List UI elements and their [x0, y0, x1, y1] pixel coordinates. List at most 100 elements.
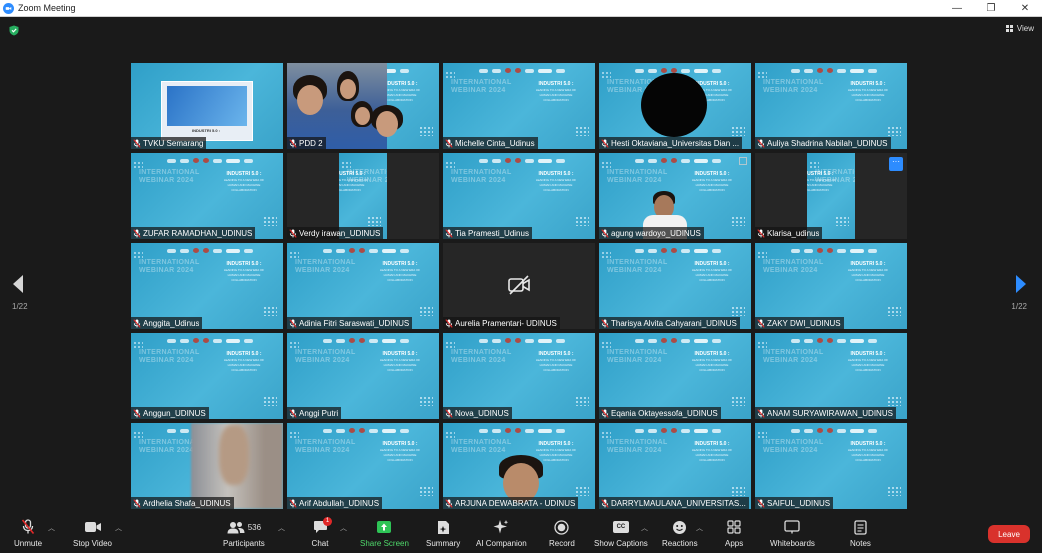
ai-companion-button[interactable]: AI Companion [476, 519, 527, 548]
muted-microphone-icon [133, 228, 141, 238]
participant-tile[interactable]: INTERNATIONALWEBINAR 2024INDUSTRI 5.0 :L… [287, 243, 439, 329]
participant-name-label: ANAM SURYAWIRAWAN_UDINUS [755, 407, 896, 419]
muted-microphone-icon [757, 138, 765, 148]
muted-microphone-icon [289, 408, 297, 418]
view-label: View [1016, 24, 1034, 33]
participants-options-chevron-icon[interactable]: ︿ [278, 523, 285, 533]
participant-name-label: ARJUNA DEWABRATA - UDINUS [443, 497, 579, 509]
participant-tile[interactable]: INTERNATIONALWEBINAR 2024INDUSTRI 5.0 :L… [755, 333, 907, 419]
participant-tile[interactable]: INTERNATIONALWEBINAR 2024INDUSTRI 5.0 :L… [131, 423, 283, 509]
participant-tile[interactable]: INTERNATIONALWEBINAR 2024INDUSTRI 5.0 :L… [131, 153, 283, 239]
muted-microphone-icon [445, 228, 453, 238]
slide-headline: INDUSTRI 5.0 :LEADING TO A NEW ERA OFHUM… [847, 81, 889, 102]
participant-tile[interactable]: INTERNATIONALWEBINAR 2024INDUSTRI 5.0 :L… [443, 423, 595, 509]
participant-tile[interactable]: INTERNATIONALWEBINAR 2024INDUSTRI 5.0 :L… [131, 333, 283, 419]
participant-tile[interactable]: INTERNATIONALWEBINAR 2024INDUSTRI 5.0 :L… [755, 63, 907, 149]
chat-label: Chat [311, 539, 329, 548]
video-options-chevron-icon[interactable]: ︿ [115, 523, 122, 533]
reactions-options-chevron-icon[interactable]: ︿ [696, 523, 703, 533]
muted-microphone-icon [601, 228, 609, 238]
chat-options-chevron-icon[interactable]: ︿ [340, 523, 347, 533]
slide-headline: INDUSTRI 5.0 :LEADING TO A NEW ERA OFHUM… [691, 261, 733, 282]
slide-headline: INDUSTRI 5.0 :LEADING TO A NEW ERA OFHUM… [847, 351, 889, 372]
unmute-button[interactable]: Unmute [14, 519, 42, 548]
participant-name-label: Michelle Cinta_Udinus [443, 137, 538, 149]
restore-button[interactable]: ❐ [974, 0, 1008, 17]
screen-share-thumbnail: INDUSTRI 5.0 : [161, 81, 253, 141]
summary-button[interactable]: Summary [426, 519, 460, 548]
record-button[interactable]: Record [549, 519, 575, 548]
participant-tile[interactable]: INTERNATIONALWEBINAR 2024INDUSTRI 5.0 :L… [443, 333, 595, 419]
participant-tile[interactable]: INTERNATIONALWEBINAR 2024INDUSTRI 5.0 :L… [131, 243, 283, 329]
participant-tile[interactable]: INTERNATIONALWEBINAR 2024INDUSTRI 5.0 :L… [599, 423, 751, 509]
summary-label: Summary [426, 539, 461, 548]
participant-tile[interactable]: INTERNATIONALWEBINAR 2024INDUSTRI 5.0 :L… [287, 153, 439, 239]
chat-button[interactable]: 1 Chat [311, 517, 332, 548]
sponsor-logos [167, 248, 277, 253]
participant-tile[interactable]: INTERNATIONALWEBINAR 2024INDUSTRI 5.0 :L… [599, 333, 751, 419]
participant-name-label: DARRYLMAULANA_UNIVERSITAS... [599, 497, 749, 509]
redaction-circle [641, 73, 707, 137]
participant-tile[interactable]: INTERNATIONALWEBINAR 2024INDUSTRI 5.0 :L… [755, 423, 907, 509]
leave-button[interactable]: Leave [988, 525, 1030, 543]
captions-options-chevron-icon[interactable]: ︿ [641, 523, 648, 533]
participant-name-label: Tharisya Alvita Cahyarani_UDINUS [599, 317, 740, 329]
share-screen-label: Share Screen [360, 539, 409, 548]
participant-tile[interactable]: INTERNATIONALWEBINAR 2024INDUSTRI 5.0 :L… [599, 153, 751, 239]
participant-name-label: Anggita_Udinus [131, 317, 203, 329]
participant-name-label: ZAKY DWI_UDINUS [755, 317, 844, 329]
participant-tile[interactable]: Aurelia Pramentari- UDINUS [443, 243, 595, 329]
participant-tile[interactable]: INTERNATIONALWEBINAR 2024INDUSTRI 5.0 :L… [287, 333, 439, 419]
participant-tile[interactable]: INTERNATIONALWEBINAR 2024INDUSTRI 5.0 :L… [755, 243, 907, 329]
participant-name-label: TVKU Semarang [131, 137, 207, 149]
muted-microphone-icon [601, 318, 609, 328]
participants-button[interactable]: 536 Participants [223, 519, 265, 548]
more-options-icon[interactable]: ··· [889, 157, 903, 171]
muted-microphone-icon [601, 408, 609, 418]
reactions-button[interactable]: Reactions [662, 519, 698, 548]
apps-button[interactable]: Apps [725, 519, 743, 548]
slide-headline: INDUSTRI 5.0 :LEADING TO A NEW ERA OFHUM… [339, 171, 369, 192]
slide-headline: INDUSTRI 5.0 :LEADING TO A NEW ERA OFHUM… [691, 441, 733, 462]
share-screen-button[interactable]: Share Screen [360, 519, 409, 548]
participant-tile[interactable]: INTERNATIONALWEBINAR 2024INDUSTRI 5.0 :L… [599, 63, 751, 149]
sponsor-logos [479, 338, 589, 343]
muted-microphone-icon [757, 408, 765, 418]
muted-microphone-icon [289, 228, 297, 238]
participant-name-label: agung wardoyo_UDINUS [599, 227, 704, 239]
previous-page-arrow-icon[interactable] [12, 274, 24, 294]
whiteboards-button[interactable]: Whiteboards [770, 519, 815, 548]
show-captions-button[interactable]: CC Show Captions [594, 519, 648, 548]
participant-tile[interactable]: INTERNATIONALWEBINAR 2024INDUSTRI 5.0 :L… [287, 423, 439, 509]
close-button[interactable]: ✕ [1008, 0, 1042, 17]
participant-name-label: Arif Abdullah_UDINUS [287, 497, 383, 509]
smiley-icon [673, 520, 687, 534]
stop-video-button[interactable]: Stop Video [73, 519, 112, 548]
minimize-button[interactable]: — [940, 0, 974, 17]
participant-name-label: ZUFAR RAMADHAN_UDINUS [131, 227, 256, 239]
next-page-arrow-icon[interactable] [1015, 274, 1027, 294]
view-button[interactable]: View [1005, 24, 1034, 33]
participant-name-label: Anggi Putri [287, 407, 342, 419]
participant-tile[interactable]: INTERNATIONALWEBINAR 2024INDUSTRI 5.0 :L… [755, 153, 907, 239]
meeting-toolbar: Unmute ︿ Stop Video ︿ 536 Participants ︿… [0, 515, 1042, 553]
audio-options-chevron-icon[interactable]: ︿ [48, 523, 55, 533]
muted-microphone-icon [133, 408, 141, 418]
grid-icon [1005, 24, 1013, 32]
notes-button[interactable]: Notes [850, 519, 871, 548]
unmute-label: Unmute [14, 539, 43, 548]
zoom-app-icon [3, 2, 14, 14]
participant-name-label: Eqania Oktayessofa_UDINUS [599, 407, 721, 419]
participant-tile[interactable]: INTERNATIONALWEBINAR 2024INDUSTRI 5.0 :L… [443, 153, 595, 239]
sponsor-logos [791, 428, 901, 433]
participant-tile[interactable]: INTERNATIONALWEBINAR 2024INDUSTRI 5.0 :L… [443, 63, 595, 149]
sponsor-logos [323, 428, 433, 433]
participant-tile[interactable]: INTERNATIONALWEBINAR 2024INDUSTRI 5.0 :L… [599, 243, 751, 329]
participant-tile[interactable]: INTERNATIONALWEBINAR 2024INDUSTRI 5.0 :L… [287, 63, 439, 149]
sponsor-logos [167, 338, 277, 343]
speaker-view-icon[interactable] [739, 157, 747, 165]
whiteboards-label: Whiteboards [770, 539, 815, 548]
shield-check-icon[interactable] [9, 25, 19, 36]
participant-tile[interactable]: INDUSTRI 5.0 : TVKU Semarang [131, 63, 283, 149]
slide-headline: INDUSTRI 5.0 :LEADING TO A NEW ERA OFHUM… [379, 441, 421, 462]
